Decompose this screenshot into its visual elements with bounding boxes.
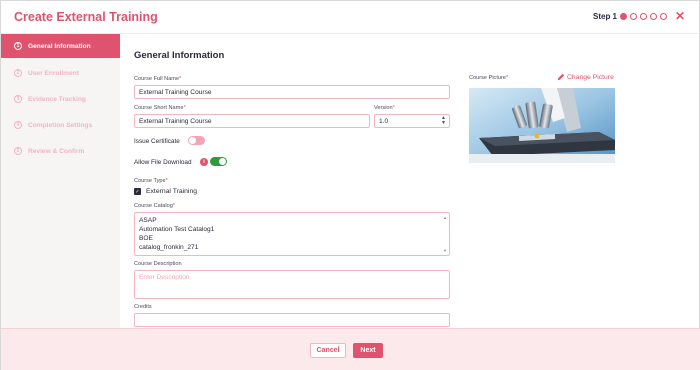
required-mark: * [165, 178, 168, 184]
description-label: Course Description [134, 261, 182, 267]
dialog-footer: Cancel Next [1, 328, 700, 370]
scroll-down-icon[interactable]: ▼ [443, 248, 447, 253]
wizard-sidebar: 1 General Information 2 User Enrollment … [1, 34, 120, 328]
required-mark: * [172, 203, 176, 209]
step-dots [620, 13, 667, 20]
short-name-label: Course Short Name* [134, 105, 186, 111]
course-type-label-text: Course Type [134, 178, 166, 184]
toggle-knob [219, 158, 226, 165]
sidebar-item-general-information[interactable]: 1 General Information [1, 34, 120, 58]
step-number-icon: 2 [14, 69, 22, 77]
list-item[interactable]: ASAP [139, 216, 445, 225]
stepper-arrows-icon[interactable]: ▲ ▼ [441, 116, 446, 126]
issue-certificate-label: Issue Certificate [134, 138, 180, 145]
list-item[interactable]: BOE [139, 234, 445, 243]
step-number-icon: 5 [14, 147, 22, 155]
course-catalog-listbox[interactable]: ASAP Automation Test Catalog1 BOE catalo… [134, 212, 450, 256]
sidebar-item-label: User Enrollment [28, 69, 79, 77]
step-dot-4 [650, 13, 657, 20]
list-item[interactable]: catalog_fronkin_271 [139, 243, 445, 252]
course-full-name-input[interactable]: External Training Course [134, 85, 450, 99]
sidebar-item-evidence-tracking[interactable]: 3 Evidence Tracking [1, 87, 120, 111]
section-title: General Information [134, 50, 225, 61]
full-name-label: Course Full Name* [134, 76, 181, 82]
catalog-label-text: Course Catalog [134, 203, 173, 209]
step-number-icon: 3 [14, 95, 22, 103]
version-input[interactable]: 1.0 ▲ ▼ [374, 114, 450, 128]
sidebar-item-review-confirm[interactable]: 5 Review & Confirm [1, 139, 120, 163]
course-picture-image [469, 88, 615, 163]
version-value: 1.0 [379, 118, 389, 125]
close-icon[interactable]: ✕ [675, 9, 685, 23]
scroll-up-icon[interactable]: ▲ [443, 215, 447, 220]
credits-input[interactable] [134, 313, 450, 327]
allow-download-label: Allow File Download [134, 159, 192, 166]
short-name-label-text: Course Short Name [134, 105, 184, 111]
list-item[interactable]: Automation Test Catalog1 [139, 225, 445, 234]
sidebar-item-label: Review & Confirm [28, 147, 85, 155]
issue-certificate-toggle[interactable] [188, 136, 205, 145]
course-description-textarea[interactable]: Enter Description [134, 270, 450, 299]
required-mark: * [179, 76, 182, 82]
change-picture-label: Change Picture [567, 73, 614, 81]
required-mark: * [183, 105, 186, 111]
full-name-label-text: Course Full Name [134, 76, 180, 82]
course-short-name-input[interactable]: External Training Course [134, 114, 370, 128]
microscope-image [469, 88, 615, 163]
sidebar-item-label: Evidence Tracking [28, 95, 86, 103]
catalog-label: Course Catalog* [134, 203, 175, 209]
sidebar-item-user-enrollment[interactable]: 2 User Enrollment [1, 61, 120, 85]
sidebar-item-completion-settings[interactable]: 4 Completion Settings [1, 113, 120, 137]
step-dot-2 [630, 13, 637, 20]
step-number-icon: 4 [14, 121, 22, 129]
version-label: Version* [374, 105, 395, 111]
required-mark: * [506, 75, 509, 81]
step-dot-1 [620, 13, 627, 20]
dialog: Create External Training Step 1 ✕ 1 Gene… [0, 0, 700, 370]
course-type-value: External Training [146, 188, 198, 195]
step-dot-3 [640, 13, 647, 20]
step-dot-5 [660, 13, 667, 20]
course-picture-label: Course Picture* [469, 75, 508, 81]
version-label-text: Version [374, 105, 393, 111]
pencil-icon [557, 73, 565, 81]
next-button[interactable]: Next [353, 343, 383, 358]
required-mark: * [392, 105, 395, 111]
dialog-header: Create External Training Step 1 ✕ [1, 1, 700, 34]
info-icon[interactable]: i [200, 158, 208, 166]
dialog-title: Create External Training [14, 10, 158, 24]
sidebar-item-label: General Information [28, 42, 91, 50]
change-picture-link[interactable]: Change Picture [557, 73, 614, 81]
course-type-checkbox[interactable]: ✓ [134, 188, 141, 195]
toggle-knob [189, 137, 196, 144]
cancel-button[interactable]: Cancel [310, 343, 346, 358]
allow-download-toggle[interactable] [210, 157, 227, 166]
course-picture-label-text: Course Picture [469, 75, 506, 81]
course-type-label: Course Type* [134, 178, 168, 184]
step-number-icon: 1 [14, 42, 22, 50]
sidebar-item-label: Completion Settings [28, 121, 93, 129]
credits-label: Credits [134, 304, 152, 310]
step-indicator-label: Step 1 [593, 12, 618, 21]
